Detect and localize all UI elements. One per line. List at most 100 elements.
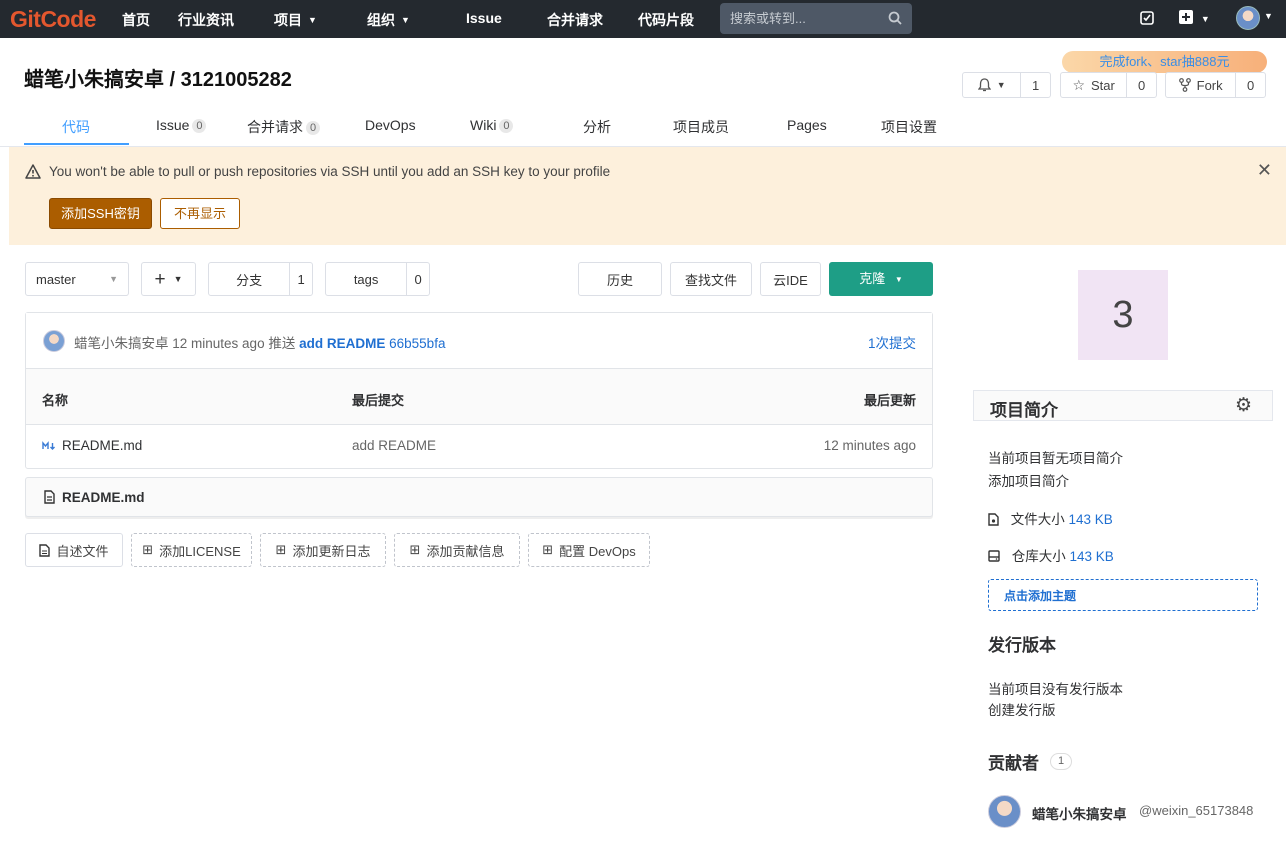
fork-count: 0 [1235,73,1265,97]
commit-author-avatar[interactable] [43,330,65,352]
file-name-link[interactable]: README.md [62,438,142,453]
create-new-menu[interactable]: ▼ [1179,10,1210,27]
tab-analytics[interactable]: 分析 [583,117,611,137]
user-avatar-menu[interactable] [1236,6,1260,30]
project-intro-title: 项目简介 [990,401,1058,420]
close-icon[interactable]: ✕ [1257,160,1272,181]
warning-icon [25,164,41,179]
commit-hash[interactable]: 66b55bfa [389,336,445,351]
configure-devops-button[interactable]: ⊞ 配置 DevOps [528,533,650,567]
star-button[interactable]: ☆ Star 0 [1060,72,1157,98]
nav-merge-requests[interactable]: 合并请求 [547,10,603,30]
add-contributing-button[interactable]: ⊞ 添加贡献信息 [394,533,520,567]
watch-button[interactable]: ▼ 1 [962,72,1051,98]
tab-issue-label: Issue [156,117,190,133]
star-count: 0 [1126,73,1156,97]
add-ssh-key-button[interactable]: 添加SSH密钥 [49,198,152,229]
tab-pages[interactable]: Pages [787,117,827,133]
contributors-count: 1 [1050,753,1072,770]
watch-toggle[interactable]: ▼ [963,73,1020,97]
commit-count-link[interactable]: 1次提交 [868,332,916,352]
add-description-link[interactable]: 添加项目简介 [988,470,1069,490]
nav-snippets[interactable]: 代码片段 [638,10,694,30]
chevron-down-icon: ▼ [894,275,903,284]
clone-label: 克隆 [859,271,886,286]
tab-code-label: 代码 [62,119,90,135]
commit-meta: 蜡笔小朱搞安卓 12 minutes ago 推送 add README 66b… [74,332,445,352]
tab-pages-label: Pages [787,117,827,133]
project-intro-header: 项目简介 ⚙ [973,390,1273,421]
col-name: 名称 [42,393,69,408]
bell-icon [977,78,991,92]
add-dropdown-button[interactable]: + ▼ [141,262,196,296]
commit-author[interactable]: 蜡笔小朱搞安卓 [74,336,169,351]
nav-issue[interactable]: Issue [466,10,502,26]
promo-badge[interactable]: 完成fork、star抽888元 [1062,51,1267,73]
tags-button[interactable]: tags 0 [325,262,430,296]
tab-wiki[interactable]: Wiki 0 [470,117,514,133]
add-contributing-label: 添加贡献信息 [426,543,505,559]
nav-orgs-label: 组织 [367,12,395,28]
tab-settings-label: 项目设置 [881,119,937,135]
branch-name: master [36,271,76,287]
search-input[interactable] [720,3,880,34]
project-avatar: 3 [1078,270,1168,360]
contributor-name[interactable]: 蜡笔小朱搞安卓 [1032,803,1127,823]
nav-home[interactable]: 首页 [122,10,150,30]
todo-checklist-icon[interactable] [1140,11,1155,26]
chevron-down-icon: ▼ [401,15,410,25]
chevron-down-icon[interactable]: ▼ [1264,11,1273,21]
tab-merge-requests[interactable]: 合并请求 0 [247,117,320,137]
tab-analytics-label: 分析 [583,119,611,135]
add-readme-label: 自述文件 [56,543,109,559]
tab-code[interactable]: 代码 [62,117,90,137]
file-icon [988,513,999,526]
gitcode-logo[interactable]: GitCode [10,6,96,33]
file-icon [39,543,51,557]
chevron-down-icon: ▼ [109,274,118,284]
nav-orgs[interactable]: 组织 ▼ [367,10,410,30]
readme-title[interactable]: README.md [62,490,145,505]
add-license-button[interactable]: ⊞ 添加LICENSE [131,533,252,567]
cloud-ide-button[interactable]: 云IDE [760,262,821,296]
configure-devops-label: 配置 DevOps [559,543,636,559]
repo-size-row: 仓库大小 143 KB [988,545,1114,565]
tab-mr-label: 合并请求 [247,119,303,135]
ssh-key-alert: You won't be able to pull or push reposi… [9,147,1286,245]
tab-members-label: 项目成员 [673,119,729,135]
create-release-link[interactable]: 创建发行版 [988,699,1056,719]
add-topic-button[interactable]: 点击添加主题 [988,579,1258,611]
repo-title[interactable]: 蜡笔小朱搞安卓 / 3121005282 [24,63,292,92]
tags-label: tags [353,271,379,287]
no-description-text: 当前项目暂无项目简介 [988,451,1123,466]
commit-message[interactable]: add README [299,336,385,351]
search-icon[interactable] [888,11,902,25]
add-changelog-button[interactable]: ⊞ 添加更新日志 [260,533,386,567]
tab-settings[interactable]: 项目设置 [881,117,937,137]
tab-members[interactable]: 项目成员 [673,117,729,137]
search-box [720,3,912,34]
tab-devops[interactable]: DevOps [365,117,416,133]
col-last-commit: 最后提交 [352,393,405,408]
nav-news[interactable]: 行业资讯 [178,10,234,30]
file-last-commit[interactable]: add README [352,438,436,453]
find-file-button[interactable]: 查找文件 [670,262,752,296]
branches-button[interactable]: 分支 1 [208,262,313,296]
file-browser: 蜡笔小朱搞安卓 12 minutes ago 推送 add README 66b… [25,312,933,469]
chevron-down-icon: ▼ [173,274,183,284]
nav-projects[interactable]: 项目 ▼ [274,10,317,30]
branch-selector[interactable]: master ▼ [25,262,129,296]
tab-issue[interactable]: Issue 0 [156,117,207,133]
history-button[interactable]: 历史 [578,262,662,296]
plus-square-icon [1179,10,1193,24]
dont-show-again-button[interactable]: 不再显示 [160,198,240,229]
fork-button[interactable]: Fork 0 [1165,72,1266,98]
nav-projects-label: 项目 [274,12,302,28]
contributor-avatar[interactable] [988,795,1021,828]
repo-size-value: 143 KB [1069,549,1114,564]
plus-square-icon: ⊞ [142,542,154,557]
gear-icon[interactable]: ⚙ [1235,394,1252,417]
clone-button[interactable]: 克隆 ▼ [829,262,933,296]
add-readme-button[interactable]: 自述文件 [25,533,123,567]
tab-wiki-label: Wiki [470,117,497,133]
